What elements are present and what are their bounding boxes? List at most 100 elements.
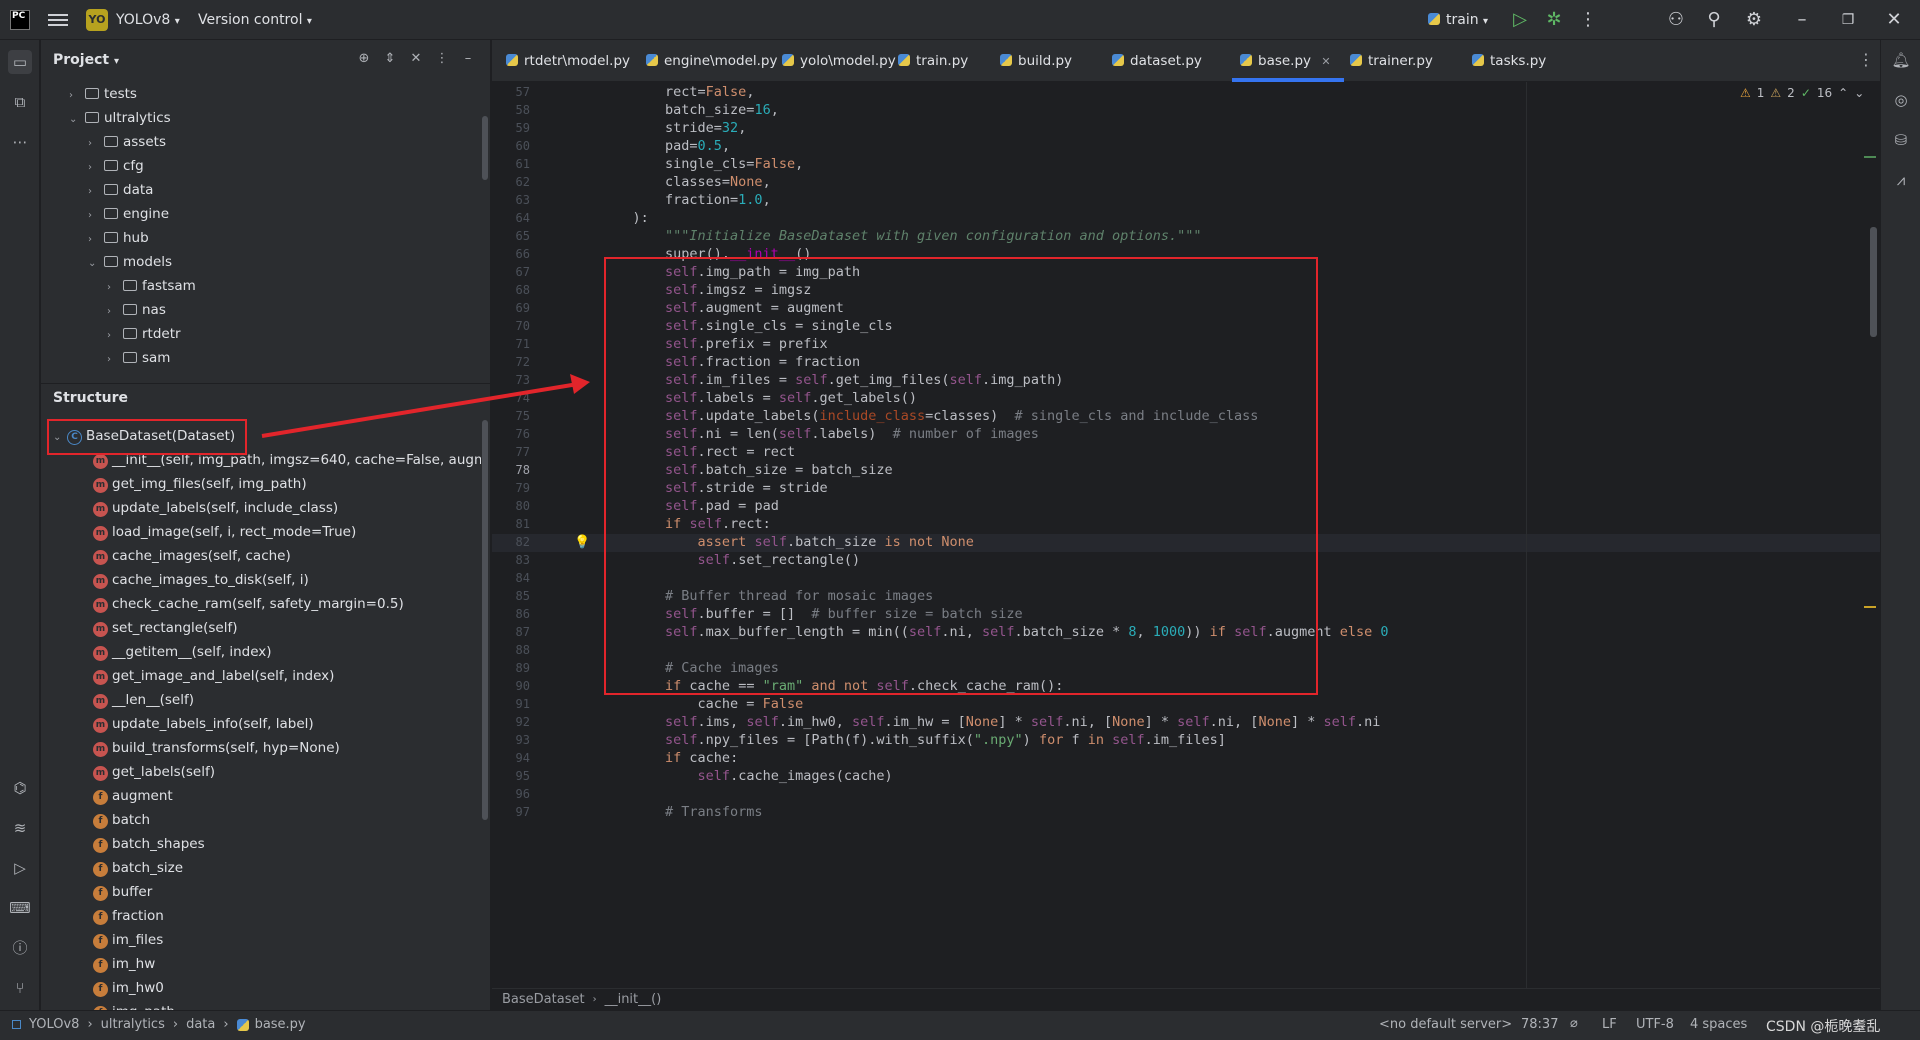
database-icon[interactable]: ⛁ <box>1889 128 1913 152</box>
code-line[interactable]: fraction=1.0, <box>600 192 771 208</box>
tab-build-py[interactable]: build.py <box>1000 40 1072 82</box>
line-number[interactable]: 57 <box>492 85 530 99</box>
line-number[interactable]: 62 <box>492 175 530 189</box>
caret-position[interactable]: 78:37 <box>1521 1017 1558 1032</box>
line-number[interactable]: 82 <box>492 535 530 549</box>
search-icon[interactable]: ⚲ <box>1702 8 1726 32</box>
code-line[interactable]: single_cls=False, <box>600 156 803 172</box>
tree-item-data[interactable]: › data <box>88 178 153 202</box>
status-path-file[interactable]: base.py <box>255 1017 306 1032</box>
chevron-right-icon[interactable]: › <box>88 180 102 204</box>
tab-dataset-py[interactable]: dataset.py <box>1112 40 1202 82</box>
notifications-icon[interactable]: 🔔︎ <box>1889 48 1913 72</box>
terminal-icon[interactable]: ⌨ <box>8 896 32 920</box>
line-number[interactable]: 78 <box>492 463 530 477</box>
code-line[interactable]: if cache: <box>600 750 738 766</box>
run-configuration-selector[interactable]: train ▾ <box>1428 12 1488 28</box>
line-number[interactable]: 85 <box>492 589 530 603</box>
more-tools-icon[interactable]: ⋯ <box>8 130 32 154</box>
tree-item-cfg[interactable]: › cfg <box>88 154 144 178</box>
structure-field[interactable]: f im_hw0 <box>93 976 164 1000</box>
line-number[interactable]: 92 <box>492 715 530 729</box>
line-number[interactable]: 65 <box>492 229 530 243</box>
tab-options-icon[interactable]: ⋮ <box>1858 50 1874 69</box>
structure-method[interactable]: m cache_images_to_disk(self, i) <box>93 568 309 592</box>
line-number[interactable]: 66 <box>492 247 530 261</box>
structure-field[interactable]: f buffer <box>93 880 152 904</box>
line-number[interactable]: 97 <box>492 805 530 819</box>
services-icon[interactable]: ▷ <box>8 856 32 880</box>
close-tab-icon[interactable]: ✕ <box>1321 55 1330 68</box>
structure-method[interactable]: m get_image_and_label(self, index) <box>93 664 334 688</box>
chevron-right-icon[interactable]: › <box>88 204 102 228</box>
breadcrumb-method[interactable]: __init__() <box>605 992 662 1007</box>
structure-method[interactable]: m cache_images(self, cache) <box>93 544 291 568</box>
line-number[interactable]: 83 <box>492 553 530 567</box>
options-icon[interactable]: ⋮ <box>433 50 451 68</box>
line-number[interactable]: 91 <box>492 697 530 711</box>
structure-field[interactable]: f batch_size <box>93 856 183 880</box>
close-icon[interactable]: ✕ <box>1882 8 1906 32</box>
minimize-icon[interactable]: – <box>1790 8 1814 32</box>
line-number[interactable]: 64 <box>492 211 530 225</box>
status-path-folder[interactable]: data <box>186 1017 215 1032</box>
project-badge[interactable]: YO <box>86 9 108 31</box>
tree-item-rtdetr[interactable]: › rtdetr <box>107 322 181 346</box>
server-status[interactable]: <no default server> <box>1379 1017 1512 1032</box>
expand-all-icon[interactable]: ⇕ <box>381 50 399 68</box>
tree-item-hub[interactable]: › hub <box>88 226 149 250</box>
line-number[interactable]: 90 <box>492 679 530 693</box>
line-separator[interactable]: LF <box>1602 1017 1617 1032</box>
structure-field[interactable]: f batch <box>93 808 150 832</box>
structure-field[interactable]: f im_hw <box>93 952 155 976</box>
code-line[interactable]: batch_size=16, <box>600 102 779 118</box>
line-number[interactable]: 81 <box>492 517 530 531</box>
main-menu-icon[interactable] <box>48 11 68 29</box>
line-number[interactable]: 95 <box>492 769 530 783</box>
chevron-down-icon[interactable]: ⌄ <box>88 252 102 276</box>
chevron-right-icon[interactable]: › <box>107 324 121 348</box>
status-path-package[interactable]: ultralytics <box>101 1017 165 1032</box>
more-actions-icon[interactable]: ⋮ <box>1576 8 1600 32</box>
line-number[interactable]: 63 <box>492 193 530 207</box>
add-user-icon[interactable]: ⚇ <box>1664 8 1688 32</box>
project-switcher[interactable]: YOLOv8 ▾ <box>116 12 180 28</box>
line-number[interactable]: 70 <box>492 319 530 333</box>
line-number[interactable]: 59 <box>492 121 530 135</box>
tree-scrollbar[interactable] <box>482 116 488 180</box>
structure-field[interactable]: fimg_path <box>93 1000 175 1010</box>
code-line[interactable]: pad=0.5, <box>600 138 730 154</box>
readonly-toggle-icon[interactable]: ⌀ <box>1570 1016 1578 1031</box>
tree-item-fastsam[interactable]: › fastsam <box>107 274 196 298</box>
line-number[interactable]: 69 <box>492 301 530 315</box>
status-path-project[interactable]: YOLOv8 <box>29 1017 79 1032</box>
editor-scrollbar[interactable] <box>1870 227 1877 337</box>
line-number[interactable]: 61 <box>492 157 530 171</box>
inspections-widget[interactable]: ⚠ 1 ⚠ 2 ✓ 16 ⌃ ⌄ <box>1740 86 1864 100</box>
tree-item-nas[interactable]: › nas <box>107 298 166 322</box>
version-control-menu[interactable]: Version control ▾ <box>198 12 312 28</box>
run-icon[interactable]: ▷ <box>1508 8 1532 32</box>
line-number[interactable]: 93 <box>492 733 530 747</box>
line-number[interactable]: 96 <box>492 787 530 801</box>
tree-item-sam[interactable]: › sam <box>107 346 170 370</box>
structure-method[interactable]: m set_rectangle(self) <box>93 616 238 640</box>
chevron-down-icon[interactable]: ⌄ <box>69 108 83 132</box>
code-line[interactable]: rect=False, <box>600 84 754 100</box>
tab-base-py[interactable]: base.py ✕ <box>1240 40 1331 82</box>
chevron-right-icon[interactable]: › <box>69 84 83 108</box>
hide-panel-icon[interactable]: – <box>459 50 477 68</box>
line-number[interactable]: 80 <box>492 499 530 513</box>
file-encoding[interactable]: UTF-8 <box>1636 1017 1674 1032</box>
debug-icon[interactable]: ✲ <box>1542 8 1566 32</box>
line-number[interactable]: 84 <box>492 571 530 585</box>
breadcrumb-class[interactable]: BaseDataset <box>502 992 585 1007</box>
structure-method[interactable]: m update_labels_info(self, label) <box>93 712 314 736</box>
tree-item-tests[interactable]: › tests <box>69 82 137 106</box>
structure-method[interactable]: m get_labels(self) <box>93 760 215 784</box>
structure-method[interactable]: m check_cache_ram(self, safety_margin=0.5… <box>93 592 404 616</box>
line-number[interactable]: 87 <box>492 625 530 639</box>
code-line[interactable]: self.ims, self.im_hw0, self.im_hw = [Non… <box>600 714 1380 730</box>
python-packages-icon[interactable]: ⌬ <box>8 776 32 800</box>
code-line[interactable]: self.cache_images(cache) <box>600 768 893 784</box>
